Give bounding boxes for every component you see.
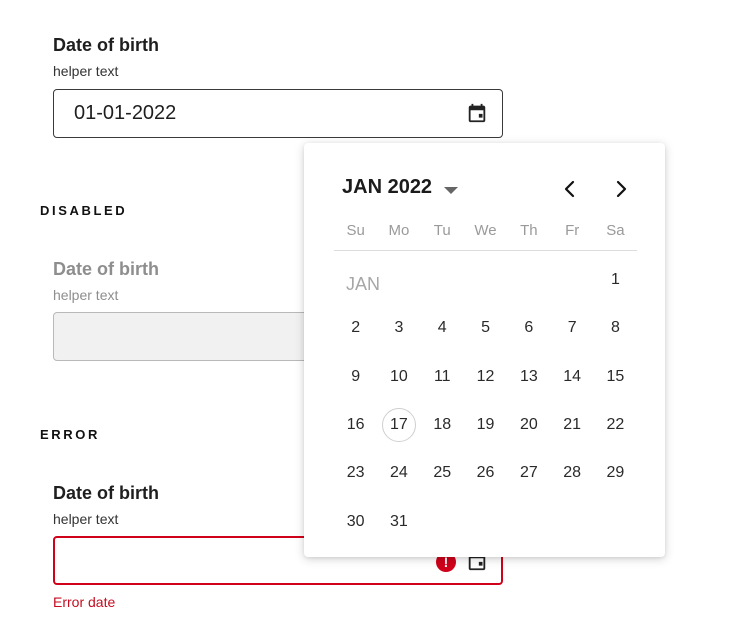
day-19[interactable]: 19 (469, 408, 503, 442)
error-date-label: Date of birth (53, 483, 159, 503)
day-12[interactable]: 12 (469, 360, 503, 394)
day-17[interactable]: 17 (381, 407, 416, 442)
day-27[interactable]: 27 (512, 456, 546, 490)
day-30[interactable]: 30 (339, 505, 373, 539)
error-message: Error date (53, 594, 116, 610)
disabled-helper-text: helper text (53, 287, 119, 303)
day-13[interactable]: 13 (512, 360, 546, 394)
day-29[interactable]: 29 (598, 456, 632, 490)
day-31[interactable]: 31 (382, 505, 416, 539)
day-7[interactable]: 7 (555, 311, 589, 345)
weekday-fr: Fr (565, 222, 580, 239)
disabled-section-title: DISABLED (40, 203, 128, 218)
month-year-select[interactable]: JAN 2022 (342, 176, 432, 199)
weekday-tu: Tu (433, 222, 451, 239)
day-5[interactable]: 5 (469, 311, 503, 345)
day-20[interactable]: 20 (512, 408, 546, 442)
day-2[interactable]: 2 (339, 311, 373, 345)
helper-text: helper text (53, 63, 119, 79)
date-picker-popup: JAN 2022 Su Mo Tu We Th Fr Sa JAN 1 2 3 4 5 6 7 8 9 10 1… (304, 143, 665, 557)
day-11[interactable]: 11 (425, 360, 459, 394)
weekday-we: We (474, 222, 497, 239)
day-4[interactable]: 4 (425, 311, 459, 345)
chevron-right-icon[interactable] (609, 177, 633, 201)
date-input[interactable]: 01-01-2022 (53, 89, 503, 138)
day-16[interactable]: 16 (339, 408, 373, 442)
day-26[interactable]: 26 (469, 456, 503, 490)
weekday-su: Su (346, 222, 365, 239)
month-label: JAN (346, 274, 381, 294)
weekday-th: Th (520, 222, 538, 239)
day-18[interactable]: 18 (425, 408, 459, 442)
calendar-icon[interactable] (466, 102, 488, 124)
day-28[interactable]: 28 (555, 456, 589, 490)
day-10[interactable]: 10 (382, 360, 416, 394)
day-14[interactable]: 14 (555, 360, 589, 394)
date-of-birth-label: Date of birth (53, 35, 159, 55)
weekday-mo: Mo (388, 222, 410, 239)
day-22[interactable]: 22 (598, 408, 632, 442)
day-24[interactable]: 24 (382, 456, 416, 490)
weekday-header: Su Mo Tu We Th Fr Sa (334, 222, 637, 251)
day-15[interactable]: 15 (598, 360, 632, 394)
day-8[interactable]: 8 (598, 311, 632, 345)
day-9[interactable]: 9 (339, 360, 373, 394)
day-21[interactable]: 21 (555, 408, 589, 442)
error-section-title: ERROR (40, 427, 100, 442)
day-1[interactable]: 1 (598, 263, 632, 297)
chevron-left-icon[interactable] (558, 177, 582, 201)
day-3[interactable]: 3 (382, 311, 416, 345)
day-23[interactable]: 23 (339, 456, 373, 490)
chevron-down-icon[interactable] (444, 187, 458, 194)
day-6[interactable]: 6 (512, 311, 546, 345)
disabled-date-label: Date of birth (53, 259, 159, 279)
date-input-value: 01-01-2022 (74, 102, 177, 124)
weekday-sa: Sa (606, 222, 625, 239)
day-25[interactable]: 25 (425, 456, 459, 490)
error-helper-text: helper text (53, 511, 119, 527)
